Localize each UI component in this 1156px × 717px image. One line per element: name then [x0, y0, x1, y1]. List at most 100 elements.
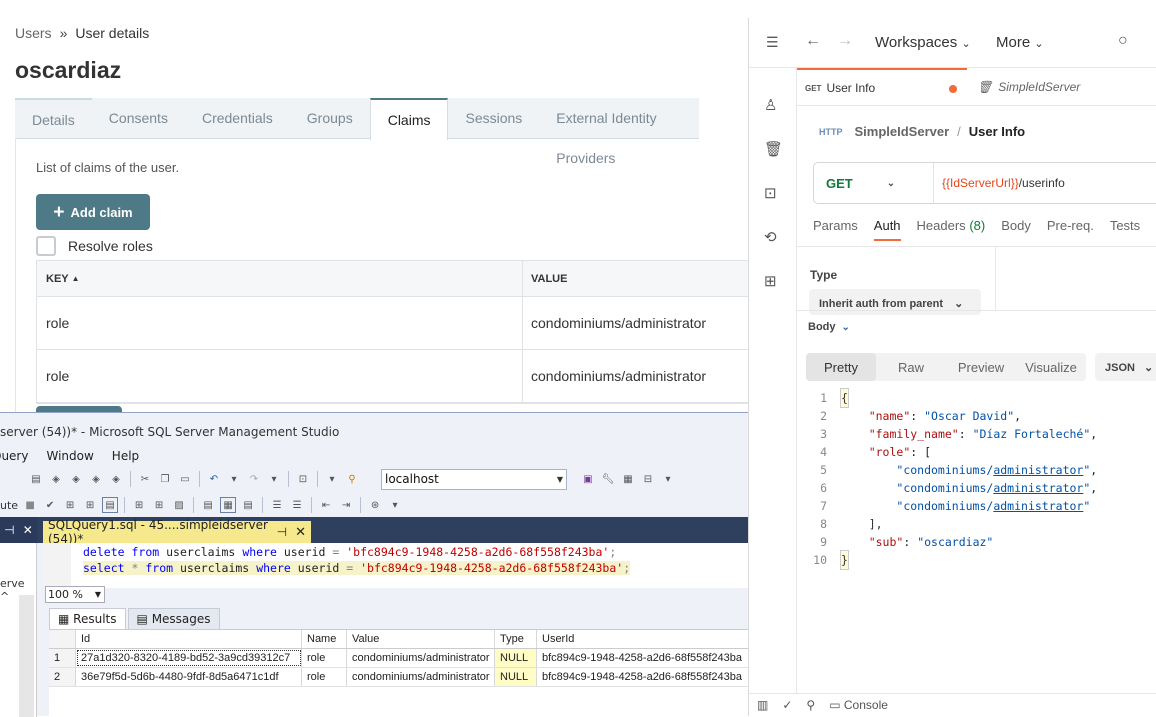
- close-icon[interactable]: ✕: [23, 523, 33, 537]
- results-text-icon[interactable]: ▤: [200, 497, 216, 513]
- method-select[interactable]: GET ⌄: [814, 163, 934, 203]
- command-window-icon[interactable]: ⊟: [640, 471, 656, 487]
- grid-cell-value[interactable]: condominiums/administrator: [347, 668, 495, 686]
- response-code[interactable]: 1{ 2 "name": "Oscar David", 3 "family_na…: [797, 388, 1156, 570]
- menu-query[interactable]: Query: [0, 449, 28, 463]
- xmla-icon[interactable]: ◈: [88, 471, 104, 487]
- activity-monitor-icon[interactable]: ⊡: [295, 471, 311, 487]
- intellisense-icon[interactable]: ⊞: [131, 497, 147, 513]
- dax-icon[interactable]: ◈: [108, 471, 124, 487]
- increase-indent-icon[interactable]: ⇥: [338, 497, 354, 513]
- status-check-icon[interactable]: ✓: [782, 698, 792, 712]
- tab-params[interactable]: Params: [813, 218, 858, 241]
- tab-consents[interactable]: Consents: [92, 98, 185, 139]
- scrollbar[interactable]: [19, 595, 34, 717]
- trash-icon[interactable]: 🗑︎: [764, 140, 783, 158]
- collapse-icon[interactable]: ^: [0, 590, 9, 603]
- console-button[interactable]: ▭ Console: [829, 698, 888, 712]
- results-grid[interactable]: Id Name Value Type UserId 1 27a1d320-832…: [49, 629, 750, 717]
- monitor-icon[interactable]: ⊡: [764, 184, 777, 202]
- value-column-header[interactable]: VALUE: [523, 261, 759, 296]
- close-tab-icon[interactable]: ✕: [295, 525, 306, 540]
- grid-header-id[interactable]: Id: [76, 630, 302, 648]
- query-tab[interactable]: SQLQuery1.sql - 45....simpleidserver (54…: [43, 518, 311, 546]
- row-number[interactable]: 1: [49, 649, 76, 667]
- grid-cell-name[interactable]: role: [302, 668, 347, 686]
- dropdown-icon[interactable]: ▾: [324, 471, 340, 487]
- tab-headers[interactable]: Headers (8): [917, 218, 986, 241]
- dmx-icon[interactable]: ◈: [68, 471, 84, 487]
- query-designer-icon[interactable]: ⊞: [82, 497, 98, 513]
- apps-icon[interactable]: ⊞: [764, 272, 777, 290]
- user-icon[interactable]: ♙: [764, 96, 777, 114]
- toolbar-dropdown-icon[interactable]: ▾: [387, 497, 403, 513]
- row-number[interactable]: 2: [49, 668, 76, 686]
- redo-icon[interactable]: ↷: [246, 471, 262, 487]
- history-icon[interactable]: ⟲: [764, 228, 777, 246]
- redo-dropdown-icon[interactable]: ▾: [266, 471, 282, 487]
- tab-visualize[interactable]: Visualize: [1016, 353, 1086, 381]
- grid-cell-type[interactable]: NULL: [495, 649, 537, 667]
- format-select[interactable]: JSON ⌄: [1095, 353, 1156, 381]
- comment-icon[interactable]: ☰: [269, 497, 285, 513]
- tab-user-info[interactable]: GET User Info: [797, 68, 967, 106]
- grid-cell-id[interactable]: 36e79f5d-5d6b-4480-9fdf-8d5a6471c1df: [76, 668, 302, 686]
- grid-header-type[interactable]: Type: [495, 630, 537, 648]
- grid-cell-value[interactable]: condominiums/administrator: [347, 649, 495, 667]
- grid-header-userid[interactable]: UserId: [537, 630, 750, 648]
- new-query-icon[interactable]: ▤: [28, 471, 44, 487]
- pin-icon[interactable]: ⊣: [277, 525, 287, 539]
- tab-prereq[interactable]: Pre-req.: [1047, 218, 1094, 241]
- response-body-select[interactable]: Body ⌄: [808, 321, 850, 333]
- workspaces-menu[interactable]: Workspaces ⌄: [875, 34, 971, 51]
- forward-icon[interactable]: →: [837, 32, 853, 50]
- url-input[interactable]: {{IdServerUrl}}/userinfo: [934, 176, 1065, 190]
- execute-label[interactable]: ute: [0, 499, 18, 512]
- server-select[interactable]: localhost ▼: [381, 469, 567, 490]
- tab-simpleidserver[interactable]: 🗑︎ SimpleIdServer: [977, 68, 1080, 106]
- solution-icon[interactable]: ▣: [580, 471, 596, 487]
- zoom-select[interactable]: 100 % ▼: [45, 586, 105, 603]
- breadcrumb-users-link[interactable]: Users: [15, 25, 52, 41]
- paste-icon[interactable]: ▭: [177, 471, 193, 487]
- tab-sessions[interactable]: Sessions: [448, 98, 539, 139]
- pin-icon[interactable]: ⊣: [4, 523, 14, 537]
- grid-cell-id[interactable]: 27a1d320-8320-4189-bd52-3a9cd39312c7: [76, 649, 302, 667]
- tab-details[interactable]: Details: [15, 98, 92, 139]
- parse-check-icon[interactable]: ✔: [42, 497, 58, 513]
- resolve-roles[interactable]: Resolve roles: [36, 236, 153, 256]
- tab-body[interactable]: Body: [1001, 218, 1031, 241]
- client-stats-icon[interactable]: ▨: [171, 497, 187, 513]
- undo-icon[interactable]: ↶: [206, 471, 222, 487]
- specify-values-icon[interactable]: ⊛: [367, 497, 383, 513]
- grid-cell-userid[interactable]: bfc894c9-1948-4258-a2d6-68f558f243ba: [537, 668, 750, 686]
- include-plan-icon[interactable]: ⊞: [151, 497, 167, 513]
- more-menu[interactable]: More ⌄: [996, 34, 1044, 51]
- grid-cell-type[interactable]: NULL: [495, 668, 537, 686]
- connect-icon[interactable]: ⚲: [344, 471, 360, 487]
- display-plan-icon[interactable]: ⊞: [62, 497, 78, 513]
- tab-preview[interactable]: Preview: [946, 353, 1016, 381]
- tab-external-identity-providers[interactable]: External Identity Providers: [539, 98, 699, 166]
- undo-dropdown-icon[interactable]: ▾: [226, 471, 242, 487]
- tab-claims[interactable]: Claims: [369, 98, 449, 140]
- tab-groups[interactable]: Groups: [290, 98, 370, 139]
- request-name[interactable]: User Info: [969, 124, 1025, 139]
- search-icon[interactable]: ○: [1118, 32, 1128, 50]
- stop-icon[interactable]: ■: [22, 497, 38, 513]
- menu-help[interactable]: Help: [112, 449, 139, 463]
- mdx-icon[interactable]: ◈: [48, 471, 64, 487]
- tab-auth[interactable]: Auth: [873, 218, 901, 241]
- grid-header-name[interactable]: Name: [302, 630, 347, 648]
- cut-icon[interactable]: ✂: [137, 471, 153, 487]
- results-to-icon[interactable]: ▤: [102, 497, 119, 513]
- sql-editor[interactable]: delete from userclaims where userid = 'b…: [43, 543, 750, 588]
- tab-tests[interactable]: Tests: [1110, 218, 1140, 241]
- tab-pretty[interactable]: Pretty: [806, 353, 876, 381]
- toolbox-icon[interactable]: ▦: [620, 471, 636, 487]
- collection-link[interactable]: SimpleIdServer: [855, 124, 950, 139]
- menu-icon[interactable]: ☰: [766, 34, 779, 51]
- back-icon[interactable]: ←: [805, 32, 821, 50]
- copy-icon[interactable]: ❐: [157, 471, 173, 487]
- grid-header-value[interactable]: Value: [347, 630, 495, 648]
